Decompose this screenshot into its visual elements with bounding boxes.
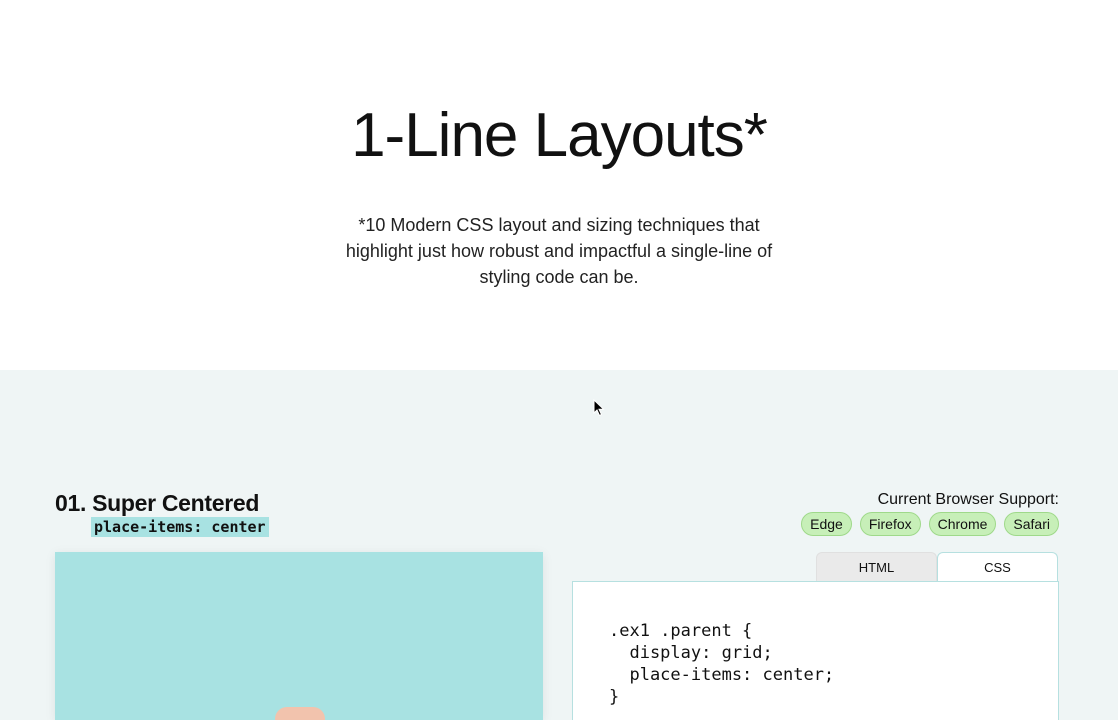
code-panel: .ex1 .parent { display: grid; place-item… <box>572 581 1059 720</box>
code-line: place-items: center; <box>609 665 835 685</box>
browser-badge-firefox: Firefox <box>859 512 921 536</box>
mouse-pointer-icon <box>593 399 605 417</box>
code-line: .ex1 .parent { <box>609 621 753 641</box>
browser-badge-edge: Edge <box>801 512 852 536</box>
browser-badge-safari: Safari <box>1004 512 1059 536</box>
demo-parent-box <box>55 552 543 720</box>
browser-support-label: Current Browser Support: <box>877 491 1059 508</box>
page-title: 1-Line Layouts* <box>351 101 768 170</box>
example-title: Super Centered <box>92 490 260 516</box>
example-heading: 01. Super Centered <box>55 490 259 517</box>
hero-section: 1-Line Layouts* *10 Modern CSS layout an… <box>0 0 1118 370</box>
page-subtitle: *10 Modern CSS layout and sizing techniq… <box>345 215 773 287</box>
browser-badge-chrome: Chrome <box>928 512 997 536</box>
tab-html[interactable]: HTML <box>816 552 937 582</box>
tab-css[interactable]: CSS <box>937 552 1058 582</box>
example-code-tag: place-items: center <box>91 517 269 537</box>
code-line: } <box>609 687 620 707</box>
browser-badges: Edge Firefox Chrome Safari <box>801 512 1059 536</box>
code-tabs: HTML CSS <box>816 552 1059 582</box>
example-number: 01. <box>55 490 87 516</box>
demo-child-box <box>275 707 325 720</box>
code-line: display: grid; <box>609 643 773 663</box>
